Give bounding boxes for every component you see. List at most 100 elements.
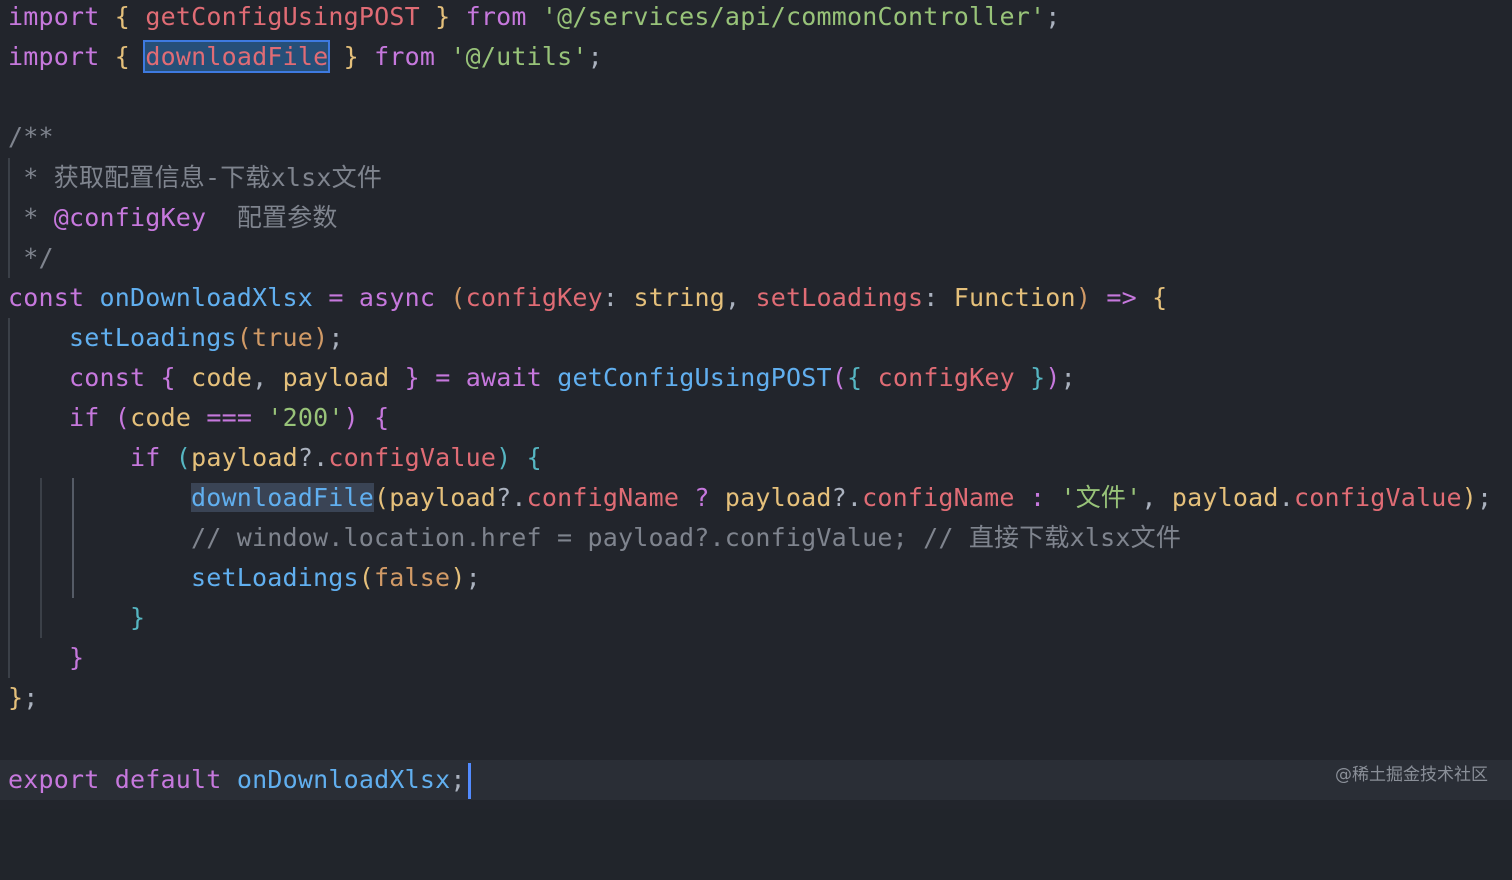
brace: { bbox=[114, 42, 131, 71]
doc-tag-configKey: @configKey bbox=[53, 203, 207, 232]
keyword-from: from bbox=[465, 2, 527, 31]
paren: ( bbox=[236, 323, 253, 352]
code-line-4[interactable]: /** bbox=[0, 117, 1512, 157]
prop-configValue: configValue bbox=[328, 443, 497, 472]
string-200: '200' bbox=[267, 403, 344, 432]
prop-configValue: configValue bbox=[1293, 483, 1462, 512]
keyword-async: async bbox=[358, 283, 436, 312]
call-downloadFile-highlighted[interactable]: downloadFile bbox=[191, 483, 375, 512]
type-string: string bbox=[633, 283, 725, 312]
code-line-20-active[interactable]: export default onDownloadXlsx; bbox=[0, 760, 1512, 800]
semicolon: ; bbox=[450, 765, 466, 794]
doc-comment-close: */ bbox=[8, 243, 54, 272]
keyword-if: if bbox=[69, 403, 100, 432]
semicolon: ; bbox=[23, 683, 39, 712]
string-file: '文件' bbox=[1060, 483, 1142, 512]
code-line-1[interactable]: import { getConfigUsingPOST } from '@/se… bbox=[0, 0, 1512, 37]
literal-true: true bbox=[252, 323, 314, 352]
var-payload: payload bbox=[389, 483, 497, 512]
code-line-18[interactable]: }; bbox=[0, 678, 1512, 718]
code-line-5[interactable]: * 获取配置信息-下载xlsx文件 bbox=[0, 158, 1512, 198]
operator-ternary-colon: : bbox=[1029, 483, 1046, 512]
keyword-const: const bbox=[8, 283, 85, 312]
paren: ) bbox=[1045, 363, 1061, 392]
type-Function: Function bbox=[953, 283, 1076, 312]
brace: } bbox=[404, 363, 420, 392]
semicolon: ; bbox=[328, 323, 344, 352]
brace: } bbox=[130, 603, 146, 632]
keyword-default: default bbox=[114, 765, 222, 794]
paren: ) bbox=[313, 323, 329, 352]
code-line-10[interactable]: const { code, payload } = await getConfi… bbox=[0, 358, 1512, 398]
optional-chain: ?. bbox=[831, 483, 863, 512]
var-payload: payload bbox=[191, 443, 298, 472]
keyword-if: if bbox=[130, 443, 161, 472]
brace: } bbox=[8, 683, 24, 712]
semicolon: ; bbox=[1045, 2, 1061, 31]
paren: ) bbox=[1461, 483, 1477, 512]
brace: { bbox=[374, 403, 390, 432]
code-line-15[interactable]: setLoadings(false); bbox=[0, 558, 1512, 598]
code-line-7[interactable]: */ bbox=[0, 238, 1512, 278]
prop-configName: configName bbox=[862, 483, 1015, 512]
string-path: '@/utils' bbox=[450, 42, 588, 71]
function-name: onDownloadXlsx bbox=[99, 283, 314, 312]
text-cursor bbox=[467, 763, 471, 799]
colon: : bbox=[923, 283, 939, 312]
paren: ( bbox=[374, 483, 390, 512]
selected-identifier-downloadFile[interactable]: downloadFile bbox=[143, 40, 331, 73]
call-setLoadings: setLoadings bbox=[69, 323, 237, 352]
code-line-13[interactable]: downloadFile(payload?.configName ? paylo… bbox=[0, 478, 1512, 518]
brace: { bbox=[160, 363, 176, 392]
call-getConfigUsingPOST: getConfigUsingPOST bbox=[557, 363, 832, 392]
brace: } bbox=[1030, 363, 1046, 392]
keyword-import: import bbox=[8, 2, 100, 31]
brace: } bbox=[343, 42, 359, 71]
operator-ternary: ? bbox=[694, 483, 710, 512]
paren: ) bbox=[1075, 283, 1092, 312]
code-line-12[interactable]: if (payload?.configValue) { bbox=[0, 438, 1512, 478]
identifier-onDownloadXlsx: onDownloadXlsx bbox=[236, 765, 451, 794]
code-line-14[interactable]: // window.location.href = payload?.confi… bbox=[0, 518, 1512, 558]
doc-comment-text: 获取配置信息-下载xlsx文件 bbox=[53, 163, 383, 192]
comment-star: * bbox=[8, 163, 39, 192]
code-line-8[interactable]: const onDownloadXlsx = async (configKey:… bbox=[0, 278, 1512, 318]
paren: ( bbox=[114, 403, 131, 432]
paren: ) bbox=[450, 563, 466, 592]
code-line-17[interactable]: } bbox=[0, 638, 1512, 678]
var-code: code bbox=[130, 403, 192, 432]
param-setLoadings: setLoadings bbox=[755, 283, 924, 312]
watermark: @稀土掘金技术社区 bbox=[1335, 765, 1488, 785]
semicolon: ; bbox=[1476, 483, 1493, 512]
literal-false: false bbox=[374, 563, 451, 592]
optional-chain: ?. bbox=[496, 483, 527, 512]
doc-comment-open: /** bbox=[8, 122, 54, 151]
code-line-9[interactable]: setLoadings(true); bbox=[0, 318, 1512, 358]
code-line-6[interactable]: * @configKey 配置参数 bbox=[0, 198, 1512, 238]
var-code: code bbox=[191, 363, 253, 392]
optional-chain: ?. bbox=[297, 443, 329, 472]
paren: ( bbox=[358, 563, 375, 592]
paren: ( bbox=[450, 283, 466, 312]
brace: } bbox=[435, 2, 451, 31]
code-line-2[interactable]: import { downloadFile } from '@/utils'; bbox=[0, 37, 1512, 77]
dot: . bbox=[1278, 483, 1294, 512]
comma: , bbox=[724, 283, 741, 312]
paren: ( bbox=[831, 363, 848, 392]
brace: } bbox=[69, 643, 85, 672]
arg-configKey: configKey bbox=[877, 363, 1015, 392]
arrow: => bbox=[1106, 283, 1137, 312]
keyword-const: const bbox=[69, 363, 146, 392]
identifier-getConfigUsingPOST: getConfigUsingPOST bbox=[145, 2, 420, 31]
keyword-import: import bbox=[8, 42, 100, 71]
colon: : bbox=[602, 283, 619, 312]
var-payload: payload bbox=[282, 363, 390, 392]
doc-comment-text: 配置参数 bbox=[236, 203, 338, 232]
code-editor[interactable]: import { getConfigUsingPOST } from '@/se… bbox=[0, 0, 1512, 809]
brace: { bbox=[114, 2, 131, 31]
semicolon: ; bbox=[465, 563, 481, 592]
operator-assign: = bbox=[435, 363, 451, 392]
code-line-11[interactable]: if (code === '200') { bbox=[0, 398, 1512, 438]
var-payload: payload bbox=[1171, 483, 1279, 512]
code-line-16[interactable]: } bbox=[0, 598, 1512, 638]
